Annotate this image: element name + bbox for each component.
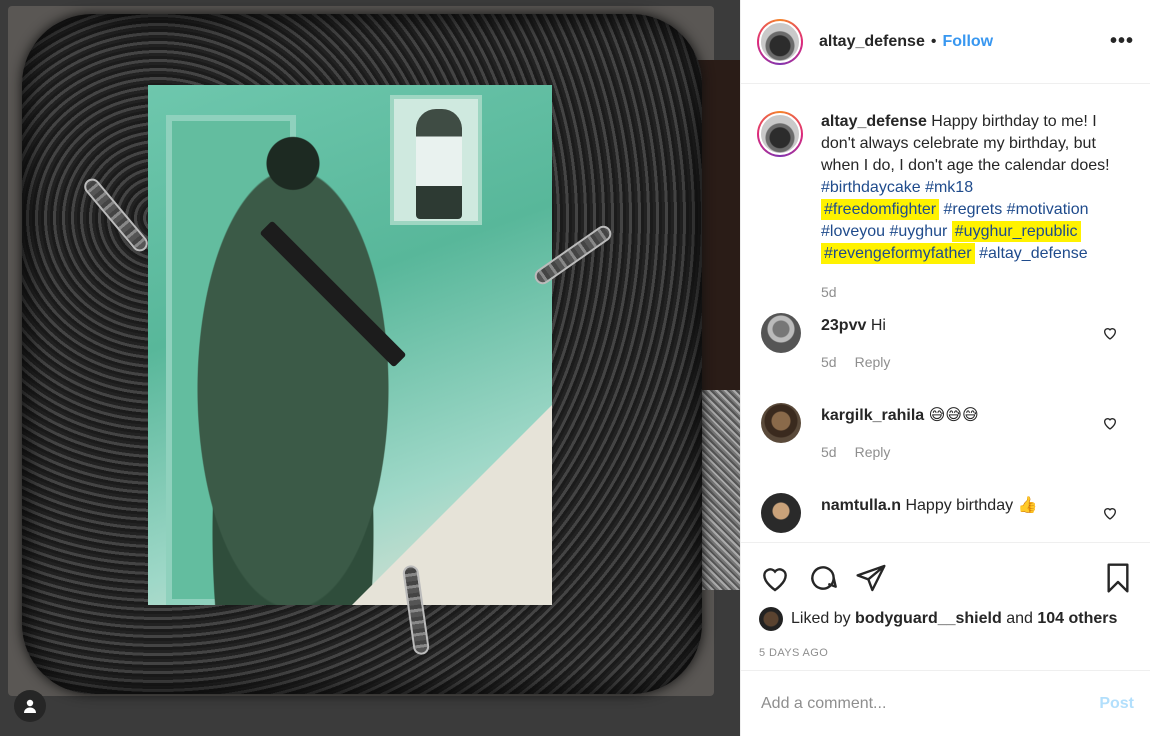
cake-printed-photo <box>148 85 552 605</box>
hashtag-link-highlighted[interactable]: #revengeformyfather <box>821 243 975 264</box>
comment-avatar[interactable] <box>761 493 801 533</box>
hashtag-link[interactable]: #uyghur <box>890 223 948 240</box>
comment-text: Hi <box>870 317 886 334</box>
reply-button[interactable]: Reply <box>855 444 891 460</box>
post-photo[interactable] <box>0 0 740 736</box>
comment-text: 😅😅😅 <box>928 407 979 424</box>
likes-summary: Liked by bodyguard__shield and 104 other… <box>759 607 1134 631</box>
likes-count-link[interactable]: 104 others <box>1037 610 1117 628</box>
share-icon[interactable] <box>855 562 887 594</box>
comment-username[interactable]: 23pvv <box>821 317 866 334</box>
post-comment-button[interactable]: Post <box>1099 695 1134 713</box>
follow-button[interactable]: Follow <box>942 33 993 51</box>
hashtag-link[interactable]: #mk18 <box>925 179 973 196</box>
profile-avatar[interactable] <box>757 18 803 65</box>
caption-avatar[interactable] <box>757 111 803 157</box>
hashtag-link-highlighted[interactable]: #freedomfighter <box>821 199 940 220</box>
comment-username[interactable]: namtulla.n <box>821 497 901 514</box>
separator-dot: • <box>930 32 937 50</box>
heart-icon[interactable] <box>1102 415 1118 431</box>
hashtag-link[interactable]: #regrets <box>944 201 1003 218</box>
reply-button[interactable]: Reply <box>855 354 891 370</box>
heart-icon[interactable] <box>1102 505 1118 521</box>
caption-username[interactable]: altay_defense <box>821 113 927 130</box>
hashtag-link[interactable]: #birthdaycake <box>821 179 921 196</box>
hashtag-link[interactable]: #motivation <box>1007 201 1089 218</box>
caption: altay_defense Happy birthday to me! I do… <box>741 85 1150 303</box>
hashtag-link[interactable]: #altay_defense <box>979 245 1088 262</box>
more-options-icon[interactable]: ••• <box>1110 30 1134 53</box>
comment-item: 23pvv Hi 5d Reply <box>741 313 1150 373</box>
heart-icon[interactable] <box>1102 325 1118 341</box>
user-tag-icon[interactable] <box>14 690 46 722</box>
comment-age: 5d <box>821 354 837 370</box>
comment-avatar[interactable] <box>761 403 801 443</box>
post-header: altay_defense • Follow ••• <box>741 0 1150 84</box>
likes-and: and <box>1006 610 1033 627</box>
bookmark-icon[interactable] <box>1102 562 1134 594</box>
post-actions: Liked by bodyguard__shield and 104 other… <box>741 542 1150 670</box>
heart-icon[interactable] <box>759 562 791 594</box>
likes-prefix: Liked by <box>791 610 851 627</box>
comment-item: namtulla.n Happy birthday 👍 <box>741 493 1150 533</box>
comment-icon[interactable] <box>807 562 839 594</box>
comment-text: Happy birthday 👍 <box>905 497 1038 514</box>
glitter-decoration <box>700 390 740 590</box>
add-comment-bar: Post <box>741 670 1150 736</box>
hashtag-link-highlighted[interactable]: #uyghur_republic <box>951 221 1081 242</box>
post-panel: altay_defense • Follow ••• altay_defense… <box>740 0 1150 736</box>
post-username[interactable]: altay_defense <box>819 33 925 51</box>
caption-age: 5d <box>821 284 837 300</box>
comment-item: kargilk_rahila 😅😅😅 5d Reply <box>741 403 1150 463</box>
liker-username[interactable]: bodyguard__shield <box>855 610 1002 628</box>
comment-input[interactable] <box>761 694 1100 713</box>
hashtag-link[interactable]: #loveyou <box>821 223 885 240</box>
comment-username[interactable]: kargilk_rahila <box>821 407 924 424</box>
comment-avatar[interactable] <box>761 313 801 353</box>
post-timestamp: 5 DAYS AGO <box>759 647 829 659</box>
comments-list[interactable]: altay_defense Happy birthday to me! I do… <box>741 85 1150 541</box>
photo-corner <box>352 405 552 605</box>
comment-age: 5d <box>821 444 837 460</box>
liker-avatar[interactable] <box>759 607 783 631</box>
